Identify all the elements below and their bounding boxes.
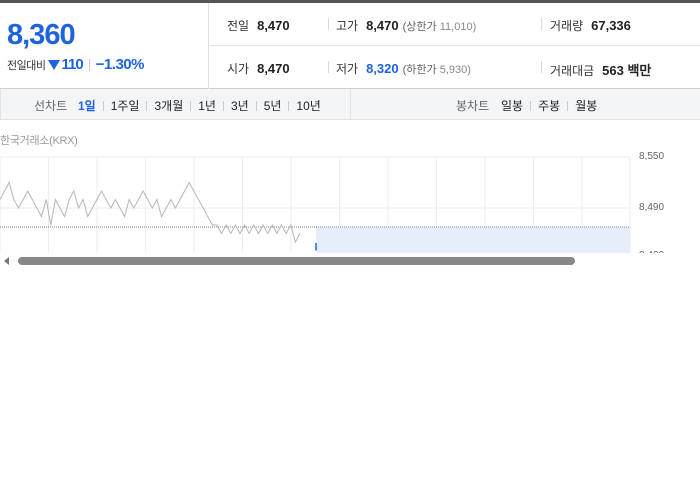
lower-limit: (하한가 5,930) <box>403 61 471 77</box>
stat-label: 고가 <box>336 19 359 33</box>
change-label: 전일대비 <box>7 59 46 72</box>
current-price: 8,360 <box>7 19 76 51</box>
stat-value: 8,320 <box>366 61 399 76</box>
divider <box>567 100 569 111</box>
stat-prev-close: 전일 8,470 <box>227 17 290 34</box>
candle-range-1[interactable]: 주봉 <box>538 97 560 114</box>
lower-limit-label: (하한가 <box>402 64 437 76</box>
stat-value: 8,470 <box>257 61 290 76</box>
line-range-4[interactable]: 3년 <box>231 97 249 114</box>
stat-label: 거래대금 <box>550 64 595 78</box>
upper-limit-value: 11,010) <box>439 21 477 33</box>
price-chart: 한국거래소(KRX) 8,550 8,490 8,430 <box>0 121 700 269</box>
candle-range-list: 일봉 주봉 월봉 <box>501 97 597 114</box>
stat-amount: 거래대금 563 백만 <box>550 60 651 79</box>
down-triangle-icon <box>48 59 61 70</box>
change-amount: 110 <box>61 56 83 73</box>
divider <box>541 61 542 73</box>
stat-label: 시가 <box>227 62 250 76</box>
candle-range-2[interactable]: 월봉 <box>575 97 597 114</box>
candle-chart-title: 봉차트 <box>456 99 490 113</box>
divider <box>102 100 104 111</box>
chart-scrollbar[interactable] <box>0 253 700 269</box>
divider <box>190 100 192 111</box>
stats-row: 전일 8,470 고가 8,470 (상한가 11,010) 거래량 67,33… <box>210 3 700 46</box>
divider <box>88 58 90 71</box>
change-percent: −1.30% <box>95 56 145 73</box>
line-range-2[interactable]: 3개월 <box>154 97 183 114</box>
stats-row: 시가 8,470 저가 8,320 (하한가 5,930) 거래대금 563 백… <box>210 46 700 89</box>
stat-volume: 거래량 67,336 <box>550 17 631 34</box>
stat-value: 563 백만 <box>602 63 652 78</box>
divider <box>288 100 290 111</box>
chart-range-bar: 선차트 1일 1주일 3개월 1년 3년 5년 10년 봉차트 일봉 주봉 월봉 <box>0 89 700 120</box>
stat-label: 저가 <box>336 62 359 76</box>
divider <box>328 18 329 30</box>
scroll-left-arrow-icon[interactable] <box>4 257 9 265</box>
y-tick-label: 8,550 <box>639 151 665 162</box>
stats-table: 전일 8,470 고가 8,470 (상한가 11,010) 거래량 67,33… <box>210 3 700 89</box>
line-range-0[interactable]: 1일 <box>78 97 96 114</box>
stat-value: 67,336 <box>591 18 631 33</box>
line-range-list: 1일 1주일 3개월 1년 3년 5년 10년 <box>78 97 321 114</box>
stat-label: 거래량 <box>550 19 584 33</box>
line-range-3[interactable]: 1년 <box>198 97 216 114</box>
change-row: 전일대비 110 −1.30% <box>7 56 144 73</box>
stat-low: 저가 8,320 (하한가 5,930) <box>336 60 471 77</box>
scroll-thumb[interactable] <box>18 257 575 265</box>
chart-canvas <box>0 156 631 260</box>
stat-high: 고가 8,470 (상한가 11,010) <box>336 17 476 34</box>
upper-limit: (상한가 11,010) <box>403 18 477 34</box>
line-range-6[interactable]: 10년 <box>296 97 320 114</box>
line-chart-ranges: 선차트 1일 1주일 3개월 1년 3년 5년 10년 <box>0 89 351 119</box>
line-range-1[interactable]: 1주일 <box>111 97 140 114</box>
divider <box>222 100 224 111</box>
divider <box>328 61 329 73</box>
stat-value: 8,470 <box>257 18 290 33</box>
divider <box>146 100 148 111</box>
divider <box>255 100 257 111</box>
lower-limit-value: 5,930) <box>439 64 471 76</box>
y-tick-label: 8,490 <box>639 202 665 213</box>
divider <box>541 18 542 30</box>
price-box: 8,360 전일대비 110 −1.30% <box>0 3 209 89</box>
candle-range-0[interactable]: 일봉 <box>501 97 523 114</box>
quote-header: 8,360 전일대비 110 −1.30% 전일 8,470 고가 8,470 … <box>0 0 700 89</box>
line-chart-title: 선차트 <box>34 99 68 113</box>
upper-limit-label: (상한가 <box>402 21 437 33</box>
stat-open: 시가 8,470 <box>227 60 290 77</box>
exchange-label: 한국거래소(KRX) <box>0 135 78 147</box>
divider <box>530 100 532 111</box>
line-range-5[interactable]: 5년 <box>264 97 282 114</box>
stat-label: 전일 <box>227 19 250 33</box>
stat-value: 8,470 <box>366 18 399 33</box>
